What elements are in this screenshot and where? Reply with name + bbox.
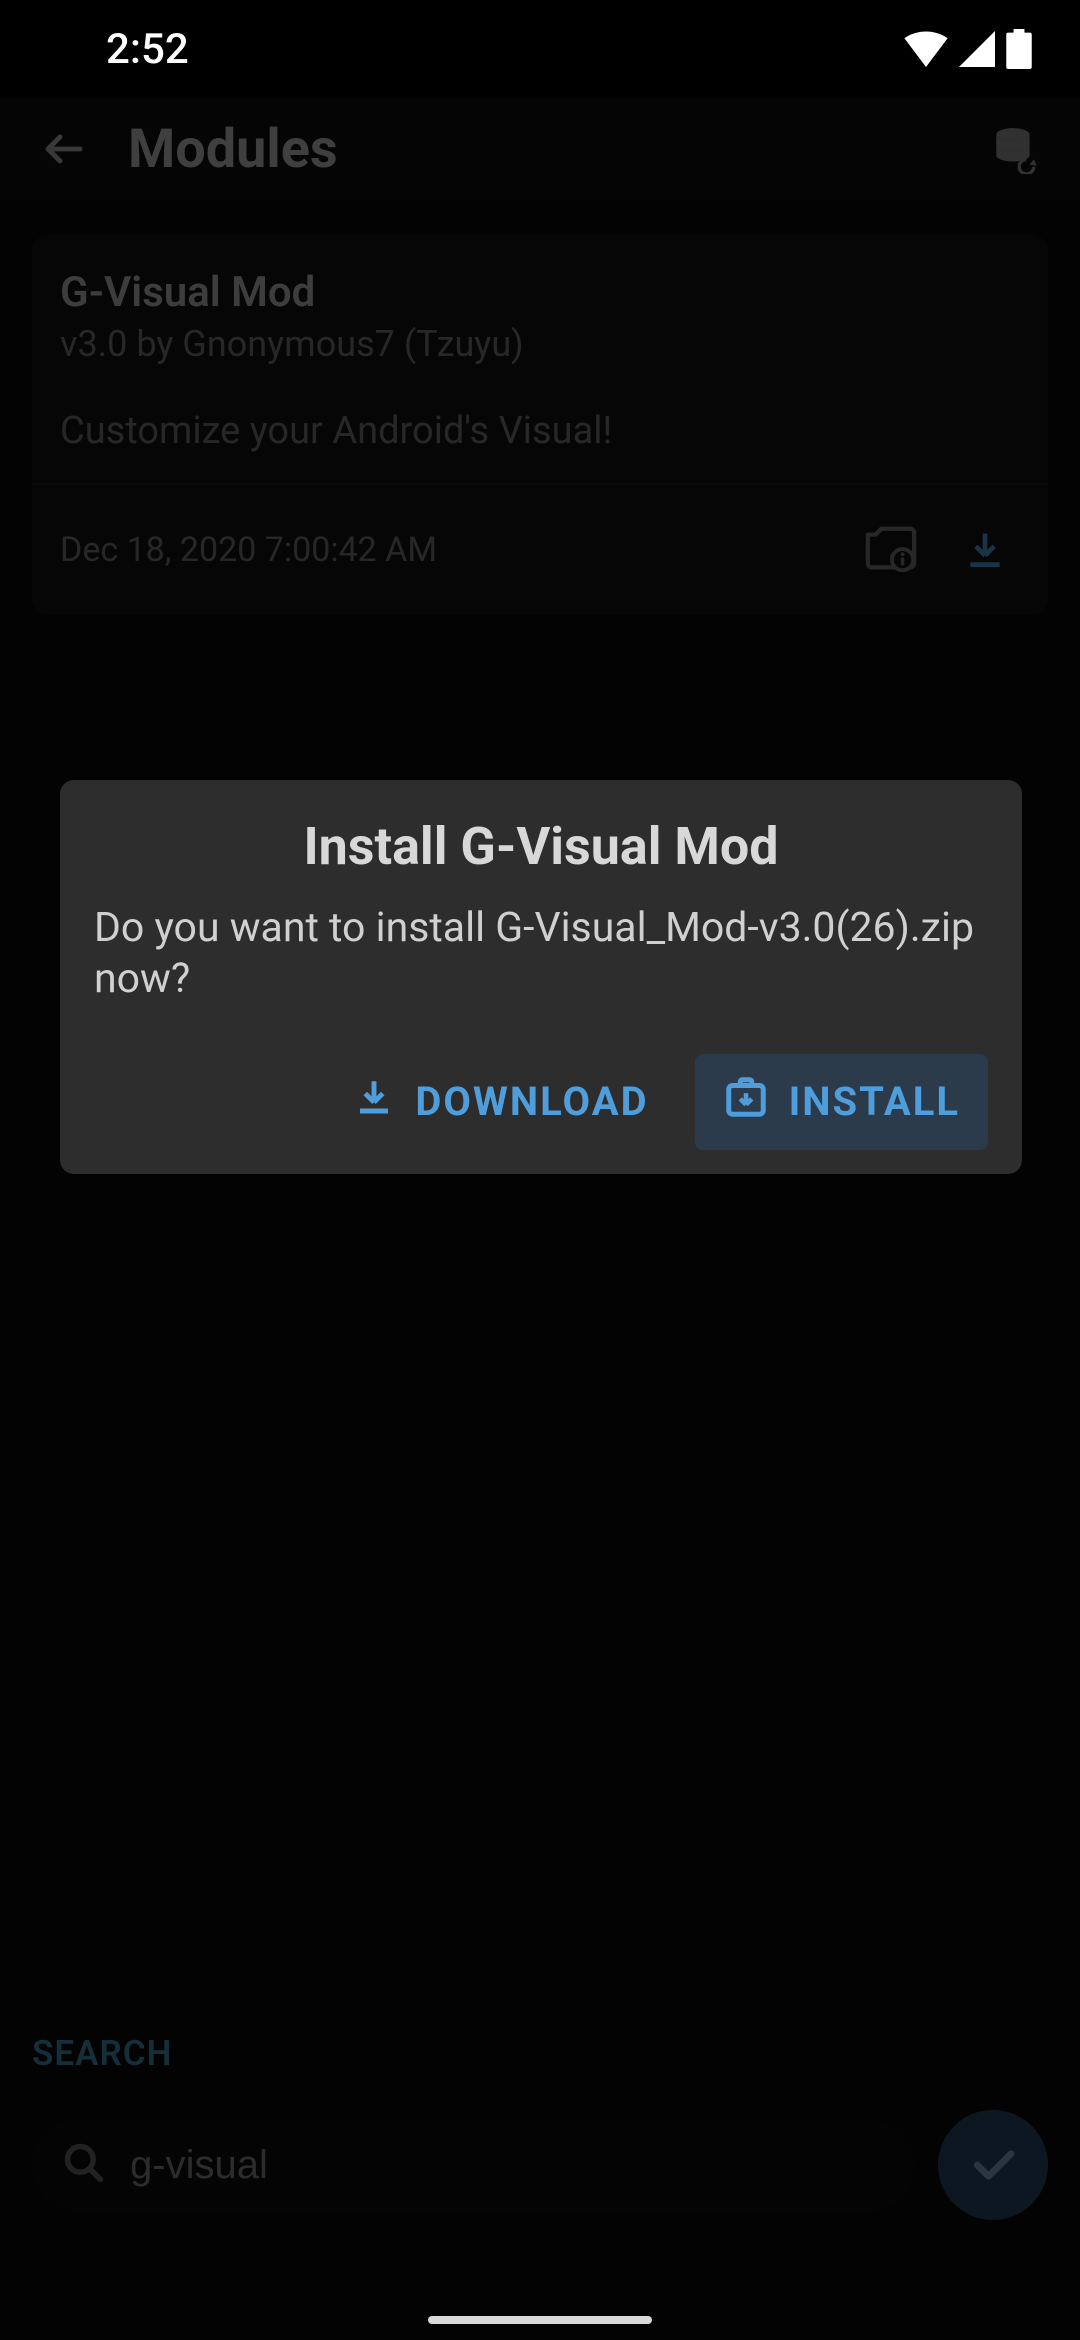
- install-icon: [723, 1074, 769, 1130]
- download-button[interactable]: DOWNLOAD: [325, 1054, 676, 1150]
- battery-icon: [1006, 29, 1032, 69]
- status-time: 2:52: [106, 25, 189, 74]
- dialog-scrim[interactable]: [0, 98, 1080, 2340]
- home-indicator[interactable]: [428, 2316, 652, 2324]
- wifi-icon: [904, 31, 948, 67]
- install-dialog: Install G-Visual Mod Do you want to inst…: [60, 780, 1022, 1174]
- install-button[interactable]: INSTALL: [695, 1054, 988, 1150]
- dialog-actions: DOWNLOAD INSTALL: [94, 1054, 988, 1150]
- cell-signal-icon: [958, 31, 996, 67]
- download-button-label: DOWNLOAD: [415, 1078, 648, 1125]
- page-content: Modules G-Visual Mod v3.0 by Gnonymous7 …: [0, 98, 1080, 2340]
- download-icon: [353, 1076, 395, 1128]
- status-icons: [904, 29, 1032, 69]
- install-button-label: INSTALL: [789, 1078, 960, 1125]
- dialog-body: Do you want to install G-Visual_Mod-v3.0…: [94, 903, 988, 1006]
- status-bar: 2:52: [0, 0, 1080, 98]
- dialog-title: Install G-Visual Mod: [94, 816, 988, 877]
